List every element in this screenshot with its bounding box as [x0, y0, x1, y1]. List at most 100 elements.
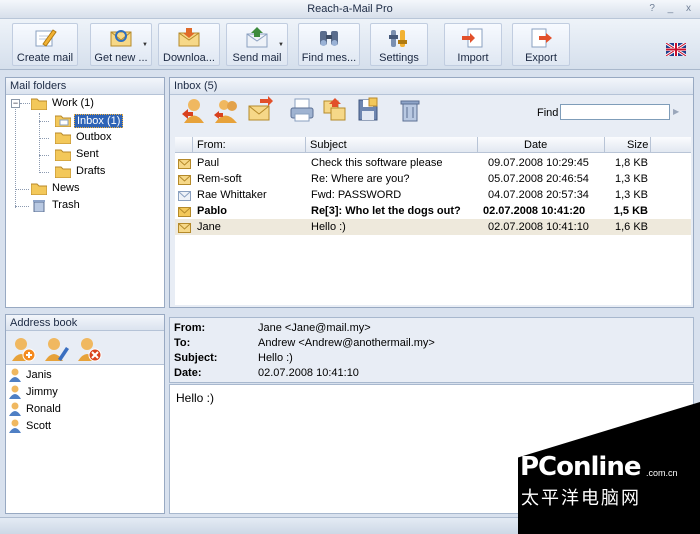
table-row-selected[interactable]: Jane Hello :) 02.07.2008 10:41:10 1,6 KB	[175, 219, 691, 235]
chevron-down-icon[interactable]: ▼	[142, 42, 148, 48]
inbox-folder-icon	[54, 114, 72, 128]
from-label: From:	[174, 322, 206, 334]
message-size: 1,3 KB	[615, 173, 648, 185]
watermark-domain: .com.cn	[646, 468, 678, 478]
table-row[interactable]: Paul Check this software please 09.07.20…	[175, 155, 691, 171]
sent-folder-icon	[54, 148, 72, 162]
binoculars-icon	[317, 27, 341, 49]
message-size: 1,8 KB	[615, 157, 648, 169]
message-date: 04.07.2008 20:57:34	[488, 189, 589, 201]
print-icon[interactable]	[288, 96, 316, 124]
envelope-icon	[178, 174, 191, 185]
delete-contact-icon[interactable]	[75, 335, 103, 363]
add-contact-icon[interactable]	[9, 335, 37, 363]
create-mail-label: Create mail	[16, 52, 74, 64]
column-from[interactable]: From:	[193, 137, 306, 153]
outbox-folder-icon	[54, 131, 72, 145]
settings-icon	[387, 27, 411, 49]
table-row[interactable]: Rae Whittaker Fwd: PASSWORD 04.07.2008 2…	[175, 187, 691, 203]
get-new-label: Get new ...	[94, 52, 148, 64]
import-button[interactable]: Import	[444, 23, 502, 66]
create-mail-button[interactable]: Create mail	[12, 23, 78, 66]
find-go-icon[interactable]: ▶	[673, 107, 679, 116]
find-input[interactable]	[560, 104, 670, 120]
message-list: From: Subject Date Size Paul Check this …	[175, 137, 691, 305]
reply-all-icon[interactable]	[213, 96, 241, 124]
contact-name: Janis	[26, 369, 52, 381]
column-subject[interactable]: Subject	[306, 137, 478, 153]
window-title: Reach-a-Mail Pro	[307, 3, 393, 15]
person-icon	[9, 385, 21, 399]
import-label: Import	[457, 52, 489, 64]
download-label: Downloa...	[163, 52, 215, 64]
reply-icon[interactable]	[180, 96, 208, 124]
send-mail-icon	[245, 27, 269, 49]
message-date: 02.07.2008 10:41:20	[483, 205, 586, 217]
collapse-toggle[interactable]: −	[11, 99, 20, 108]
message-subject: Re[3]: Who let the dogs out?	[311, 205, 461, 217]
from-value: Jane <Jane@mail.my>	[258, 322, 371, 334]
message-date: 02.07.2008 10:41:10	[488, 221, 589, 233]
message-subject: Check this software please	[311, 157, 443, 169]
table-row[interactable]: Rem-soft Re: Where are you? 05.07.2008 2…	[175, 171, 691, 187]
column-size[interactable]: Size	[605, 137, 651, 153]
date-value: 02.07.2008 10:41:10	[258, 367, 359, 379]
folder-trash-label: Trash	[52, 199, 80, 211]
message-from: Jane	[197, 221, 221, 233]
address-book-header: Address book	[6, 315, 164, 331]
send-mail-label: Send mail	[232, 52, 282, 64]
table-row[interactable]: Pablo Re[3]: Who let the dogs out? 02.07…	[175, 203, 691, 219]
download-icon	[177, 27, 201, 49]
column-date[interactable]: Date	[478, 137, 605, 153]
inbox-header: Inbox (5)	[170, 78, 693, 95]
forward-icon[interactable]	[246, 96, 274, 124]
to-label: To:	[174, 337, 191, 349]
find-messages-button[interactable]: Find mes...	[298, 23, 360, 66]
move-mail-icon[interactable]	[321, 96, 349, 124]
folder-outbox-label: Outbox	[76, 131, 112, 143]
uk-flag-icon[interactable]	[665, 41, 687, 58]
pencil-icon	[33, 27, 57, 49]
get-new-button[interactable]: Get new ... ▼	[90, 23, 152, 66]
to-value: Andrew <Andrew@anothermail.my>	[258, 337, 435, 349]
contact-name: Scott	[26, 420, 52, 432]
subject-label: Subject:	[174, 352, 218, 364]
delete-icon[interactable]	[396, 96, 424, 124]
export-icon	[529, 27, 553, 49]
message-from: Pablo	[197, 205, 227, 217]
date-label: Date:	[174, 367, 202, 379]
person-icon	[9, 419, 21, 433]
person-icon	[9, 368, 21, 382]
folder-inbox-label: Inbox (1)	[74, 114, 124, 128]
envelope-icon	[178, 190, 191, 201]
edit-contact-icon[interactable]	[42, 335, 70, 363]
folder-sent-label: Sent	[76, 148, 99, 160]
folder-work-label: Work (1)	[52, 97, 94, 109]
news-folder-icon	[30, 182, 48, 196]
mail-folders-header: Mail folders	[6, 78, 164, 95]
message-size: 1,3 KB	[615, 189, 648, 201]
export-button[interactable]: Export	[512, 23, 570, 66]
save-icon[interactable]	[354, 96, 382, 124]
folder-icon	[30, 97, 48, 111]
chevron-down-icon[interactable]: ▼	[278, 42, 284, 48]
find-messages-label: Find mes...	[301, 52, 357, 64]
app-window: Reach-a-Mail Pro ? _ x Create mail Get n…	[0, 0, 700, 534]
folder-drafts-label: Drafts	[76, 165, 106, 177]
trash-icon	[31, 199, 47, 213]
settings-button[interactable]: Settings	[370, 23, 428, 66]
download-button[interactable]: Downloa...	[158, 23, 220, 66]
contact-name: Ronald	[26, 403, 61, 415]
contact-name: Jimmy	[26, 386, 58, 398]
send-mail-button[interactable]: Send mail ▼	[226, 23, 288, 66]
message-from: Rem-soft	[197, 173, 242, 185]
message-size: 1,6 KB	[615, 221, 648, 233]
envelope-unread-icon	[178, 206, 191, 217]
message-headers: From: Jane <Jane@mail.my> To: Andrew <An…	[169, 317, 694, 383]
message-date: 09.07.2008 10:29:45	[488, 157, 589, 169]
drafts-folder-icon	[54, 165, 72, 179]
message-subject: Re: Where are you?	[311, 173, 410, 185]
message-subject: Hello :)	[311, 221, 346, 233]
find-label: Find	[537, 107, 559, 119]
window-controls[interactable]: ? _ x	[649, 3, 696, 14]
